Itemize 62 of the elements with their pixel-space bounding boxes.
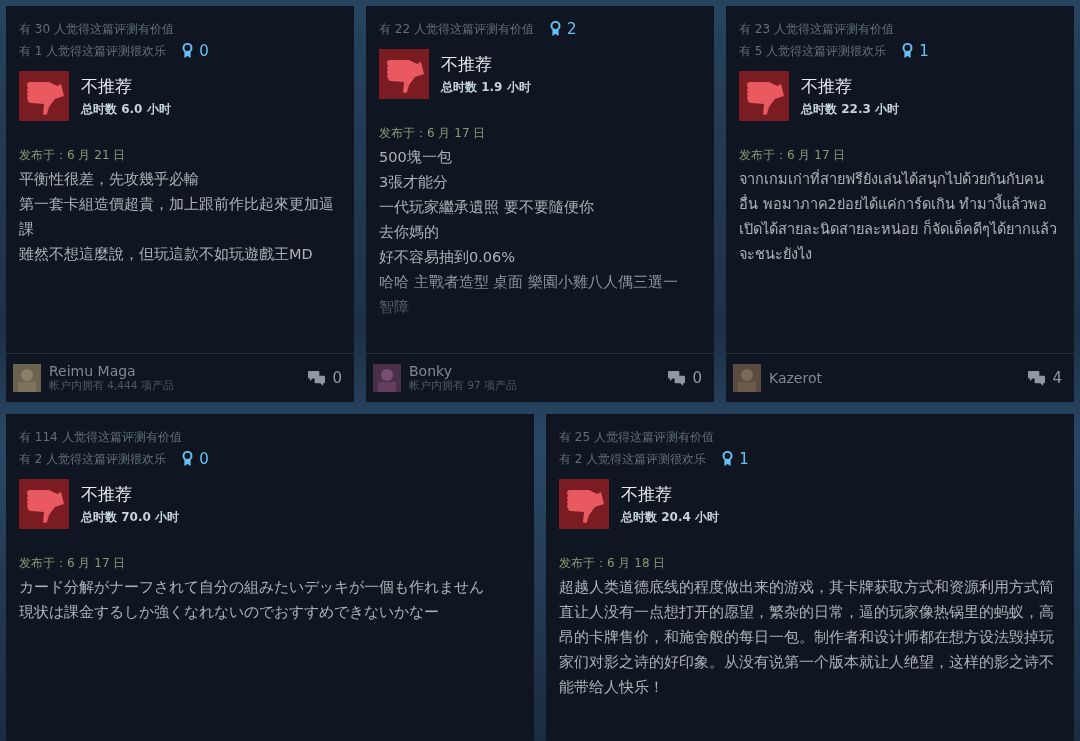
verdict-title: 不推荐: [81, 74, 133, 98]
award-icon[interactable]: [722, 451, 734, 467]
award-icon[interactable]: [182, 43, 194, 59]
helpful-count: 有 30 人觉得这篇评测有价值: [19, 20, 174, 38]
comment-count: 0: [332, 369, 342, 387]
review-text: 哈哈 主戰者造型 桌面 樂園小雞八人偶三選一: [379, 273, 679, 292]
helpful-count: 有 25 人觉得这篇评测有价值: [559, 428, 714, 446]
award-count: 2: [566, 20, 577, 38]
thumbs-down-icon: [379, 49, 429, 99]
playtime: 总时数 70.0 小时: [81, 508, 179, 526]
award-icon[interactable]: [902, 43, 914, 59]
verdict-title: 不推荐: [441, 52, 493, 76]
review-text: 500塊一包: [379, 148, 453, 167]
thumbs-down-icon: [19, 479, 69, 529]
review-text: 一代玩家繼承遺照 要不要隨便你: [379, 198, 595, 217]
posted-date: 发布于：6 月 18 日: [559, 555, 667, 572]
posted-date: 发布于：6 月 17 日: [379, 125, 487, 142]
comments-icon[interactable]: [307, 369, 327, 387]
helpful-count: 有 114 人觉得这篇评测有价值: [19, 428, 182, 446]
playtime: 总时数 6.0 小时: [81, 100, 171, 118]
playtime: 总时数 22.3 小时: [801, 100, 899, 118]
playtime: 总时数 20.4 小时: [621, 508, 719, 526]
helpful-count: 有 23 人觉得这篇评测有价值: [739, 20, 894, 38]
award-count: 1: [739, 450, 749, 468]
author-name[interactable]: Reimu Maga: [49, 363, 300, 379]
author-name[interactable]: Kazerot: [769, 370, 1020, 386]
helpful-count: 有 1 人觉得这篇评测很欢乐: [19, 42, 167, 60]
playtime: 总时数 1.9 小时: [441, 78, 531, 96]
review-text: 去你媽的: [379, 223, 440, 242]
award-count: 0: [199, 450, 209, 468]
review-text: 雖然不想這麼說，但玩這款不如玩遊戲王MD: [19, 245, 314, 264]
comments-icon[interactable]: [1027, 369, 1047, 387]
helpful-count: 有 2 人觉得这篇评测很欢乐: [559, 450, 707, 468]
review-text: 平衡性很差，先攻幾乎必輸: [19, 170, 200, 189]
review-text: จากเกมเก่าที่สายฟรียังเล่นได้สนุกไปด้วยกันกับคนอื่น พอมาภาค2ย่อยได้แค่การ์ดเกิน ทำมางี้แล้วพอเปิดได้สายละนิดสายละหน่อย ก็จัดเด็คดีๆได้ยากแล้วจะชนะยังไง: [739, 168, 1058, 264]
comment-count: 0: [692, 369, 702, 387]
award-icon[interactable]: [182, 451, 194, 467]
review-text: 第一套卡組造價超貴，加上跟前作比起來更加逼課: [19, 195, 335, 239]
award-count: 1: [919, 42, 929, 60]
helpful-count: 有 5 人觉得这篇评测很欢乐: [739, 42, 887, 60]
author-name[interactable]: Bonky: [409, 363, 660, 379]
posted-date: 发布于：6 月 17 日: [19, 555, 127, 572]
review-text: 智障: [379, 298, 410, 317]
verdict-title: 不推荐: [81, 482, 133, 506]
review-text: 好不容易抽到0.06%: [379, 248, 517, 267]
verdict-title: 不推荐: [801, 74, 853, 98]
review-text: 現状は課金するしか強くなれないのでおすすめできないかなー: [19, 603, 440, 622]
posted-date: 发布于：6 月 17 日: [739, 147, 847, 164]
helpful-count: 有 22 人觉得这篇评测有价值: [379, 20, 534, 38]
award-icon[interactable]: [549, 21, 561, 37]
comment-count: 4: [1052, 369, 1062, 387]
award-count: 0: [199, 42, 209, 60]
review-text: 超越人类道德底线的程度做出来的游戏，其卡牌获取方式和资源利用方式简直让人没有一点想打开的愿望，繁杂的日常，逼的玩家像热锅里的蚂蚁，高昂的卡牌售价，和施舍般的每日一包。制作者和设计师都在想方设法毁掉玩家们对影之诗的好印象。从没有说第一个版本就让人绝望，这样的影之诗不能带给人快乐！: [559, 578, 1055, 697]
helpful-count: 有 2 人觉得这篇评测很欢乐: [19, 450, 167, 468]
verdict-title: 不推荐: [621, 482, 673, 506]
thumbs-down-icon: [559, 479, 609, 529]
thumbs-down-icon: [19, 71, 69, 121]
thumbs-down-icon: [739, 71, 789, 121]
comments-icon[interactable]: [667, 369, 687, 387]
review-text: 3張才能分: [379, 173, 450, 192]
review-text: カード分解がナーフされて自分の組みたいデッキが一個も作れません: [19, 578, 485, 597]
posted-date: 发布于：6 月 21 日: [19, 147, 127, 164]
